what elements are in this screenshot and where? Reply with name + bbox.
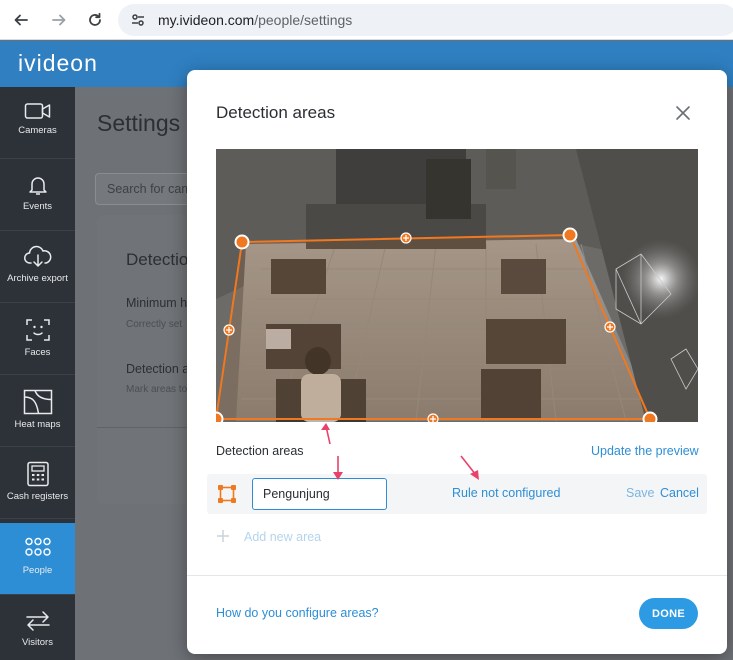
sidebar-item-label: Cash registers xyxy=(6,491,69,502)
sidebar-item-label: Events xyxy=(22,201,53,212)
sidebar-item-cameras[interactable]: Cameras xyxy=(0,87,75,159)
close-icon[interactable] xyxy=(673,103,693,123)
sidebar-item-visitors[interactable]: Visitors xyxy=(0,595,75,660)
sidebar-item-label: Archive export xyxy=(7,273,68,284)
reload-icon[interactable] xyxy=(83,8,107,32)
card-heading: Detectio xyxy=(126,250,189,269)
cancel-area-link[interactable]: Cancel xyxy=(660,486,699,500)
rule-status-link[interactable]: Rule not configured xyxy=(452,486,560,500)
detection-areas-title: Detection a xyxy=(126,362,190,376)
back-arrow-icon[interactable] xyxy=(9,8,33,32)
sidebar-item-label: People xyxy=(22,565,53,576)
minimum-height-title: Minimum h xyxy=(126,296,188,310)
sidebar-item-cash-registers[interactable]: Cash registers xyxy=(0,447,75,519)
detection-areas-subtitle: Mark areas to xyxy=(126,384,188,395)
search-placeholder: Search for cam xyxy=(107,182,192,196)
annotation-arrow-icon xyxy=(460,455,479,480)
update-preview-link[interactable]: Update the preview xyxy=(591,444,699,458)
ivideon-logo[interactable]: ivideon xyxy=(18,50,98,77)
polygon-area-icon xyxy=(217,484,237,504)
sidebar-item-events[interactable]: Events xyxy=(0,159,75,231)
site-settings-icon[interactable] xyxy=(130,12,146,33)
cash-register-icon xyxy=(26,461,49,487)
detection-areas-modal: Detection areas Detection areas Update t… xyxy=(187,70,727,654)
save-area-link[interactable]: Save xyxy=(626,486,655,500)
add-new-area-label: Add new area xyxy=(244,530,322,544)
minimum-height-subtitle: Correctly set xyxy=(126,319,183,330)
annotation-arrow-icon xyxy=(321,423,331,445)
camera-preview[interactable] xyxy=(216,149,698,422)
browser-toolbar: my.ivideon.com/people/settings xyxy=(0,0,733,40)
page-title: Settings xyxy=(97,110,181,136)
sidebar-item-label: Visitors xyxy=(22,637,53,648)
arrows-exchange-icon xyxy=(25,611,50,631)
camera-icon xyxy=(24,103,50,119)
url-path: /people/settings xyxy=(254,12,353,28)
sidebar-item-label: Cameras xyxy=(18,125,57,136)
sidebar-item-label: Heat maps xyxy=(14,419,61,430)
url-text: my.ivideon.com/people/settings xyxy=(158,12,352,28)
modal-title: Detection areas xyxy=(216,103,336,122)
done-button[interactable]: DONE xyxy=(639,598,698,629)
area-name-input[interactable] xyxy=(252,478,387,510)
people-icon xyxy=(24,537,51,556)
detection-areas-label: Detection areas xyxy=(216,444,304,458)
modal-divider xyxy=(187,575,727,576)
sidebar: Cameras Events Archive export Faces Heat… xyxy=(0,87,75,660)
plus-icon xyxy=(216,529,234,545)
cloud-download-icon xyxy=(23,245,51,267)
address-bar[interactable]: my.ivideon.com/people/settings xyxy=(118,4,733,36)
how-configure-areas-link[interactable]: How do you configure areas? xyxy=(216,606,379,620)
sidebar-item-heat-maps[interactable]: Heat maps xyxy=(0,375,75,447)
add-new-area-button[interactable]: Add new area xyxy=(216,529,321,545)
sidebar-item-archive-export[interactable]: Archive export xyxy=(0,231,75,303)
heat-map-icon xyxy=(23,389,52,415)
bell-icon xyxy=(28,177,47,195)
sidebar-item-faces[interactable]: Faces xyxy=(0,303,75,375)
face-scan-icon xyxy=(25,319,50,341)
forward-arrow-icon[interactable] xyxy=(47,8,71,32)
sidebar-item-people[interactable]: People xyxy=(0,523,75,595)
annotation-arrow-icon xyxy=(333,456,343,480)
sidebar-item-label: Faces xyxy=(24,347,51,358)
url-host: my.ivideon.com xyxy=(158,12,255,28)
